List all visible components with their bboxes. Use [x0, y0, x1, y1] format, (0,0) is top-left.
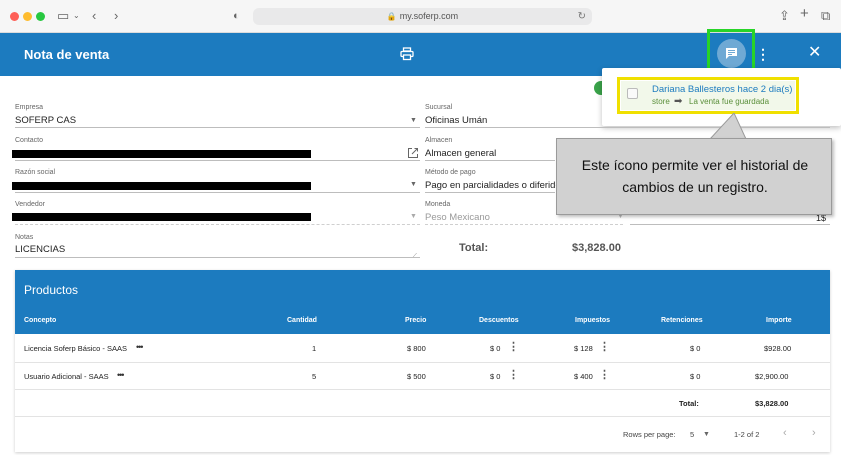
moneda-label: Moneda — [425, 201, 451, 208]
form-total-value: $3,828.00 — [572, 242, 621, 254]
almacen-select[interactable]: Almacen general — [425, 148, 496, 159]
share-icon[interactable]: ⇪ — [779, 8, 790, 24]
help-callout: Este ícono permite ver el historial de c… — [556, 138, 832, 215]
row-importe: $928.00 — [764, 344, 792, 353]
column-header-importe[interactable]: Importe — [766, 317, 792, 324]
products-header: Productos Concepto Cantidad Precio Descu… — [15, 270, 830, 334]
sucursal-underline — [425, 127, 830, 128]
row-precio: $ 800 — [407, 344, 426, 353]
products-card: Productos Concepto Cantidad Precio Descu… — [15, 270, 830, 452]
column-header-impuestos[interactable]: Impuestos — [575, 317, 610, 324]
metodo-pago-select[interactable]: Pago en parcialidades o diferido — [425, 180, 561, 191]
privacy-shield-icon[interactable]: ◐ — [233, 8, 240, 24]
callout-line-2: cambios de un registro. — [622, 179, 768, 195]
almacen-underline — [425, 160, 555, 161]
reload-icon[interactable]: ↻ — [578, 8, 586, 25]
pagination-range: 1-2 of 2 — [734, 430, 760, 439]
more-options-icon[interactable]: ⋮ — [756, 47, 770, 61]
moneda-select[interactable]: Peso Mexicano — [425, 212, 490, 223]
row-precio: $ 500 — [407, 372, 426, 381]
row-divider — [15, 416, 830, 417]
metodo-pago-label: Método de pago — [425, 169, 476, 176]
prev-page-icon[interactable]: ‹ — [783, 427, 787, 439]
products-title: Productos — [24, 283, 79, 297]
column-header-cantidad[interactable]: Cantidad — [287, 317, 317, 324]
contacto-underline — [15, 160, 420, 161]
tab-overview-icon[interactable]: ⧉ — [821, 8, 830, 24]
column-header-precio[interactable]: Precio — [405, 317, 426, 324]
chevron-down-icon[interactable]: ⌄ — [73, 8, 80, 24]
row-divider — [15, 389, 830, 390]
print-icon[interactable] — [400, 47, 414, 61]
row-impuestos: $ 128 — [574, 344, 593, 353]
lock-icon: 🔒 — [386, 12, 397, 21]
new-tab-icon[interactable]: + — [800, 6, 809, 22]
vendedor-label: Vendedor — [15, 201, 45, 208]
almacen-label: Almacen — [425, 137, 453, 144]
row-descuentos: $ 0 — [490, 344, 501, 353]
empresa-select[interactable]: SOFERP CAS — [15, 115, 76, 126]
row-cantidad: 5 — [312, 372, 317, 381]
empresa-label: Empresa — [15, 104, 44, 111]
moneda-underline — [425, 224, 623, 225]
notas-textarea[interactable]: LICENCIAS — [15, 244, 65, 255]
rows-per-page-label: Rows per page: — [623, 430, 676, 439]
column-header-concepto[interactable]: Concepto — [24, 317, 56, 324]
products-total-value: $3,828.00 — [755, 399, 789, 408]
rows-per-page-select[interactable]: 5 — [690, 430, 694, 439]
page-title: Nota de venta — [24, 47, 110, 62]
metodo-pago-underline — [425, 192, 555, 193]
column-header-retenciones[interactable]: Retenciones — [661, 317, 703, 324]
row-concepto: Licencia Soferp Básico - SAAS — [24, 344, 127, 353]
more-horizontal-icon[interactable]: ••• — [136, 342, 144, 352]
history-entry-highlight — [617, 77, 799, 114]
row-cantidad: 1 — [312, 344, 317, 353]
close-icon[interactable]: ✕ — [808, 45, 821, 61]
back-arrow-icon[interactable]: ‹ — [92, 8, 96, 24]
forward-arrow-icon[interactable]: › — [114, 8, 118, 24]
products-total-label: Total: — [679, 399, 699, 408]
chevron-down-icon[interactable]: ▼ — [410, 117, 417, 124]
sidebar-toggle-icon[interactable]: ▭ — [57, 8, 69, 24]
row-importe: $2,900.00 — [755, 372, 789, 381]
notas-underline — [15, 257, 420, 258]
row-retenciones: $ 0 — [690, 344, 701, 353]
form-total-label: Total: — [459, 242, 489, 254]
sucursal-select[interactable]: Oficinas Umán — [425, 115, 487, 126]
tipo-cambio-underline — [630, 224, 830, 225]
more-horizontal-icon[interactable]: ••• — [117, 370, 125, 380]
column-header-descuentos[interactable]: Descuentos — [479, 317, 519, 324]
razon-social-underline — [15, 192, 420, 193]
notas-label: Notas — [15, 234, 34, 241]
row-divider — [15, 362, 830, 363]
vendedor-underline — [15, 224, 420, 225]
contacto-label: Contacto — [15, 137, 44, 144]
address-bar[interactable]: 🔒 my.soferp.com ↻ — [253, 8, 592, 25]
more-vertical-icon[interactable]: ⋮ — [599, 342, 610, 353]
chevron-down-icon[interactable]: ▼ — [410, 213, 417, 220]
url-text: my.soferp.com — [399, 11, 459, 21]
open-external-icon[interactable] — [407, 147, 419, 159]
sucursal-label: Sucursal — [425, 104, 453, 111]
row-concepto: Usuario Adicional - SAAS — [24, 372, 109, 381]
row-retenciones: $ 0 — [690, 372, 701, 381]
chevron-down-icon[interactable]: ▼ — [410, 181, 417, 188]
more-vertical-icon[interactable]: ⋮ — [508, 370, 519, 381]
minimize-window-button[interactable] — [23, 12, 32, 21]
next-page-icon[interactable]: › — [812, 427, 816, 439]
close-window-button[interactable] — [10, 12, 19, 21]
maximize-window-button[interactable] — [36, 12, 45, 21]
row-impuestos: $ 400 — [574, 372, 593, 381]
razon-social-redacted — [12, 182, 311, 190]
more-vertical-icon[interactable]: ⋮ — [599, 370, 610, 381]
vendedor-redacted — [12, 213, 311, 221]
razon-social-label: Razón social — [15, 169, 56, 176]
empresa-underline — [15, 127, 420, 128]
row-descuentos: $ 0 — [490, 372, 501, 381]
contacto-redacted — [12, 150, 311, 158]
callout-line-1: Este ícono permite ver el historial de — [581, 157, 809, 173]
chevron-down-icon[interactable]: ▼ — [703, 431, 710, 438]
more-vertical-icon[interactable]: ⋮ — [508, 342, 519, 353]
